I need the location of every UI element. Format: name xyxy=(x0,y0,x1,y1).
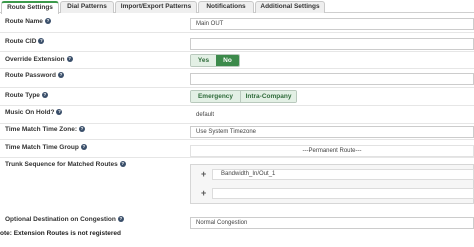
route-password-row: Route Password? xyxy=(0,69,474,88)
trunk-select[interactable]: Bandwidth_In/Out_1 xyxy=(212,169,474,180)
time-zone-select[interactable]: Use System Timezone xyxy=(190,126,474,138)
time-zone-row: Time Match Time Zone:? Use System Timezo… xyxy=(0,124,474,140)
trunk-sequence-row: Trunk Sequence for Matched Routes? + Ban… xyxy=(0,158,474,212)
tab-import-export-patterns[interactable]: Import/Export Patterns xyxy=(115,1,197,13)
route-cid-row: Route CID? xyxy=(0,33,474,52)
tab-route-settings[interactable]: Route Settings xyxy=(1,1,59,14)
congestion-label: Optional Destination on Congestion? xyxy=(5,216,124,223)
help-icon[interactable]: ? xyxy=(119,161,126,167)
help-icon[interactable]: ? xyxy=(44,18,51,24)
help-icon[interactable]: ? xyxy=(38,38,45,44)
trunk-sequence-label: Trunk Sequence for Matched Routes? xyxy=(5,161,126,168)
override-no-button[interactable]: No xyxy=(216,55,239,66)
override-extension-label: Override Extension? xyxy=(5,56,73,63)
music-on-hold-select[interactable]: default xyxy=(196,112,214,118)
help-icon[interactable]: ? xyxy=(80,144,87,150)
drag-handle-icon[interactable]: + xyxy=(201,170,206,179)
music-on-hold-label: Music On Hold?? xyxy=(5,109,63,116)
music-on-hold-row: Music On Hold?? default xyxy=(0,106,474,124)
route-type-emergency-button[interactable]: Emergency xyxy=(191,91,241,102)
add-trunk-icon[interactable]: + xyxy=(201,189,206,198)
trunk-entry: + Bandwidth_In/Out_1 xyxy=(191,169,474,180)
time-group-select[interactable]: ---Permanent Route--- xyxy=(190,145,474,157)
route-name-input[interactable]: Main OUT xyxy=(190,18,474,30)
tab-notifications[interactable]: Notifications xyxy=(198,1,254,13)
route-password-label: Route Password? xyxy=(5,72,64,79)
override-extension-toggle: Yes No xyxy=(190,54,240,67)
tab-bar: Route Settings Dial Patterns Import/Expo… xyxy=(0,0,474,14)
route-cid-input[interactable] xyxy=(190,38,474,50)
help-icon[interactable]: ? xyxy=(66,56,73,62)
route-name-row: Route Name? Main OUT xyxy=(0,14,474,33)
help-icon[interactable]: ? xyxy=(57,72,64,78)
route-type-label: Route Type? xyxy=(5,92,48,99)
tab-additional-settings[interactable]: Additional Settings xyxy=(255,1,325,13)
help-icon[interactable]: ? xyxy=(79,126,85,132)
trunk-select[interactable] xyxy=(212,188,474,199)
tab-dial-patterns[interactable]: Dial Patterns xyxy=(60,1,114,13)
congestion-select[interactable]: Normal Congestion xyxy=(190,217,474,229)
trunk-sequence-list: + Bandwidth_In/Out_1 + xyxy=(190,164,474,204)
help-icon[interactable]: ? xyxy=(117,216,124,222)
route-type-options: Emergency Intra-Company xyxy=(190,90,297,103)
time-zone-label: Time Match Time Zone:? xyxy=(5,126,85,133)
congestion-row: Optional Destination on Congestion? Norm… xyxy=(0,212,474,230)
trunk-entry: + xyxy=(191,188,474,199)
help-icon[interactable]: ? xyxy=(41,92,48,98)
route-password-input[interactable] xyxy=(190,73,474,85)
time-group-label: Time Match Time Group? xyxy=(5,144,87,151)
route-type-row: Route Type? Emergency Intra-Company xyxy=(0,88,474,106)
route-name-label: Route Name? xyxy=(5,18,51,25)
time-group-row: Time Match Time Group? ---Permanent Rout… xyxy=(0,140,474,158)
route-cid-label: Route CID? xyxy=(5,38,45,45)
help-icon[interactable]: ? xyxy=(56,109,63,115)
extension-routes-note: ote: Extension Routes is not registered xyxy=(0,230,121,237)
route-type-intra-company-button[interactable]: Intra-Company xyxy=(241,91,296,102)
override-extension-row: Override Extension? Yes No xyxy=(0,52,474,69)
override-yes-button[interactable]: Yes xyxy=(191,55,216,66)
